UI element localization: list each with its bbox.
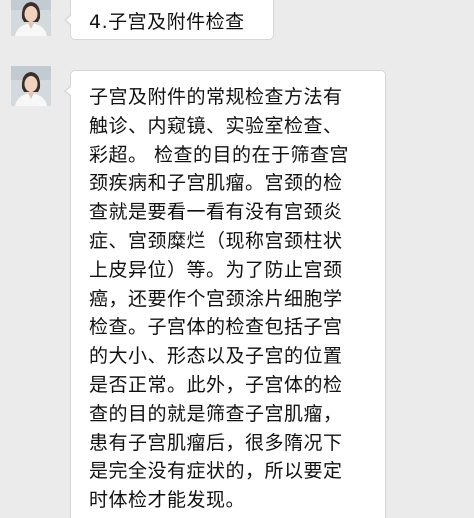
chat-message: 子宫及附件的常规检查方法有 触诊、内窥镜、实验室检查、 彩超。 检查的目的在于筛… (0, 62, 474, 518)
message-bubble[interactable]: 子宫及附件的常规检查方法有 触诊、内窥镜、实验室检查、 彩超。 检查的目的在于筛… (64, 70, 386, 518)
avatar[interactable] (11, 66, 51, 106)
message-text-line: 上皮异位）等。为了防止宫颈 (89, 258, 343, 281)
message-text-line: 的大小、形态以及子宫的位置 (89, 345, 343, 368)
message-text-line: 患有子宫肌瘤后，很多隋况下 (89, 431, 343, 454)
message-text-line: 症、宫颈糜烂（现称宫颈柱状 (89, 229, 343, 252)
message-text: 4.子宫及附件检查 (89, 11, 245, 33)
message-text-line: 彩超。 检查的目的在于筛查宫 (89, 143, 350, 166)
message-text-line: 查的目的就是筛查子宫肌瘤， (89, 402, 343, 425)
message-text-line: 查就是要看一看有没有宫颈炎 (89, 201, 343, 224)
message-text-line: 颈疾病和子宫肌瘤。宫颈的检 (89, 172, 343, 195)
message-text-line: 子宫及附件的常规检查方法有 (89, 86, 343, 108)
message-text-line: 是否正常。此外，子宫体的检 (89, 373, 343, 396)
message-text-line: 是完全没有症状的，所以要定 (89, 460, 343, 483)
avatar-photo (11, 66, 51, 106)
message-text-line: 癌，还要作个宫颈涂片细胞学 (89, 287, 343, 310)
avatar-photo (11, 0, 51, 36)
avatar[interactable] (11, 0, 51, 36)
chat-message: 4.子宫及附件检查 (0, 0, 474, 48)
message-bubble[interactable]: 4.子宫及附件检查 (64, 0, 274, 40)
message-text-line: 时体检才能发现。 (89, 489, 246, 512)
message-text-line: 检查。子宫体的检查包括子宫 (89, 316, 343, 339)
message-text-line: 触诊、内窥镜、实验室检查、 (89, 114, 343, 137)
chat-message-list[interactable]: 4.子宫及附件检查 子宫及附件的常规检查方法有 触诊、内窥镜、实验室检查、 彩超… (0, 0, 474, 518)
